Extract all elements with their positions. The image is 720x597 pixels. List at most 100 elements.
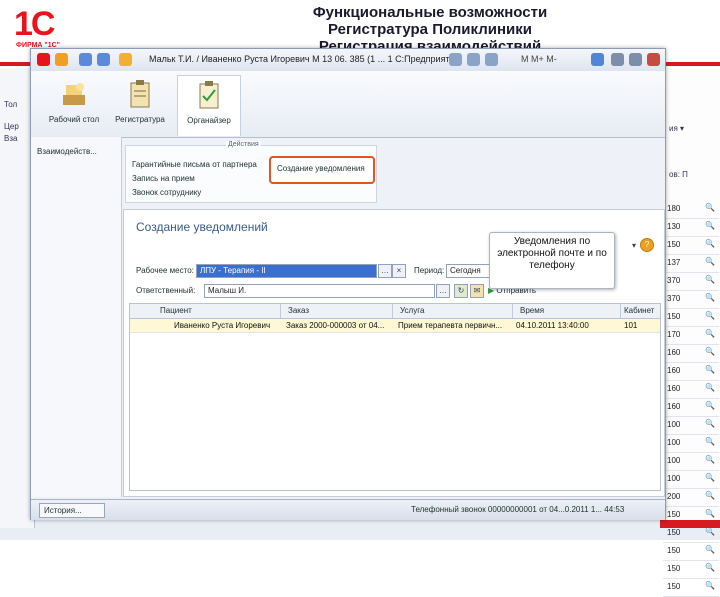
app-menu-icon[interactable] [37,53,50,66]
bg-row-value: 200 [667,492,681,501]
cell-order: Заказ 2000-000003 от 04... [286,321,385,330]
action-warranty-letters[interactable]: Гарантийные письма от партнера [132,160,257,169]
form-title: Создание уведомлений [136,220,268,234]
bg-list-row: 180 🔍 [663,200,719,219]
column-patient[interactable]: Пациент [160,306,240,315]
magnifier-icon: 🔍 [705,203,715,212]
cell-service: Прием терапевта первичн... [398,321,503,330]
help-icon[interactable]: ? [640,238,654,252]
bg-row-value: 130 [667,222,681,231]
bg-row-value: 160 [667,366,681,375]
bg-row-value: 170 [667,330,681,339]
bg-list-row: 150 🔍 [663,578,719,597]
responsible-select-button[interactable]: … [436,284,450,298]
bg-row-value: 150 [667,312,681,321]
magnifier-icon: 🔍 [705,293,715,302]
section-desk[interactable]: Рабочий стол [43,75,105,135]
bg-list-row: 100 🔍 [663,416,719,435]
bg-list-row: 150 🔍 [663,236,719,255]
logo-text: 1С [14,5,55,43]
dropdown-icon[interactable] [55,53,68,66]
bg-row-value: 100 [667,438,681,447]
action-create-notification[interactable]: Создание уведомления [269,156,375,184]
bg-left-label: Тол [4,100,18,109]
status-message[interactable]: Телефонный звонок 00000000001 от 04...0.… [411,505,624,514]
bg-row-value: 137 [667,258,681,267]
cell-time: 04.10.2011 13:40:00 [516,321,589,330]
bg-row-value: 150 [667,564,681,573]
background-window-right: ия ▾ ов: П 180 🔍 130 🔍 150 🔍 137 🔍 370 🔍 370 🔍 150 🔍 1… [660,68,720,597]
section-label: Регистратура [115,115,165,124]
forward-icon[interactable] [97,53,110,66]
maximize-icon[interactable] [629,53,642,66]
magnifier-icon: 🔍 [705,455,715,464]
close-icon[interactable] [647,53,660,66]
tool-icon[interactable] [485,53,498,66]
bg-row-value: 100 [667,456,681,465]
tool-icon[interactable] [467,53,480,66]
magnifier-icon: 🔍 [705,473,715,482]
window-title: Мальк Т.И. / Иваненко Руста Игоревич М 1… [149,54,463,64]
dropdown-arrow-icon[interactable]: ▾ [628,240,640,252]
bg-row-value: 180 [667,204,681,213]
bg-list-row: 137 🔍 [663,254,719,273]
info-icon[interactable] [591,53,604,66]
bg-list-row: 100 🔍 [663,434,719,453]
column-order[interactable]: Заказ [288,306,388,315]
section-registry[interactable]: Регистратура [109,75,171,135]
nav-item-interactions[interactable]: Взаимодейств... [37,147,97,156]
section-panel: Рабочий стол Регистратура Органайзер [31,71,665,138]
action-appointment[interactable]: Запись на прием [132,174,195,183]
responsible-field[interactable]: Малыш И. [204,284,435,298]
column-time[interactable]: Время [520,306,610,315]
action-call-employee[interactable]: Звонок сотруднику [132,188,201,197]
background-red-bar [660,520,720,528]
main-window: Мальк Т.И. / Иваненко Руста Игоревич М 1… [30,48,666,520]
section-label: Органайзер [187,116,231,125]
responsible-label: Ответственный: [136,286,196,295]
cell-cabinet: 101 [624,321,638,330]
magnifier-icon: 🔍 [705,437,715,446]
magnifier-icon: 🔍 [705,257,715,266]
mail-icon[interactable]: ✉ [470,284,484,298]
column-service[interactable]: Услуга [400,306,500,315]
magnifier-icon: 🔍 [705,365,715,374]
slide-title: Функциональные возможности Регистратура … [230,4,630,54]
workplace-clear-icon[interactable]: × [392,264,406,278]
bg-list-row: 150 🔍 [663,542,719,561]
bg-row-value: 370 [667,276,681,285]
workplace-field[interactable]: ЛПУ - Терапия - II [196,264,377,278]
bg-list-row: 160 🔍 [663,344,719,363]
magnifier-icon: 🔍 [705,221,715,230]
memory-buttons[interactable]: M M+ M- [521,54,557,64]
column-separator [620,304,621,318]
favorites-icon[interactable] [119,53,132,66]
magnifier-icon: 🔍 [705,347,715,356]
bg-list-row: 160 🔍 [663,398,719,417]
status-bar: История... Телефонный звонок 00000000001… [31,499,665,520]
magnifier-icon: 🔍 [705,545,715,554]
navigation-panel: Взаимодейств... [31,137,122,497]
magnifier-icon: 🔍 [705,419,715,428]
section-organizer[interactable]: Органайзер [177,75,241,136]
bg-list-row: 150 🔍 [663,308,719,327]
bg-list-row: 130 🔍 [663,218,719,237]
bg-list-row: 370 🔍 [663,272,719,291]
bg-right-label: ия ▾ [669,124,685,133]
back-icon[interactable] [79,53,92,66]
tool-icon[interactable] [449,53,462,66]
magnifier-icon: 🔍 [705,311,715,320]
bg-row-value: 150 [667,546,681,555]
slide-title-line2: Регистратура Поликлиники [328,21,532,38]
bg-row-value: 160 [667,402,681,411]
column-separator [280,304,281,318]
logo-1c: 1С ФИРМА "1С" [14,5,76,49]
table-row[interactable]: Иваненко Руста Игоревич Заказ 2000-00000… [130,319,660,333]
refresh-icon[interactable]: ↻ [454,284,468,298]
magnifier-icon: 🔍 [705,509,715,518]
minimize-icon[interactable] [611,53,624,66]
workplace-select-button[interactable]: … [378,264,392,278]
bg-right-label: ов: П [669,170,688,179]
history-button[interactable]: История... [39,503,105,518]
column-cabinet[interactable]: Кабинет [624,306,658,315]
